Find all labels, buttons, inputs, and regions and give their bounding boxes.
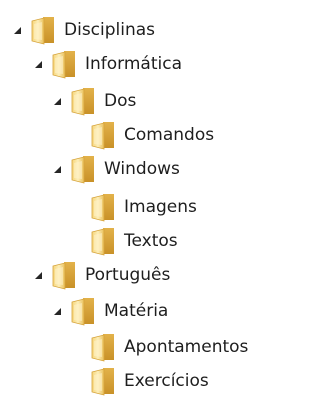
- folder-icon: [50, 49, 78, 79]
- tree-node-label: Windows: [104, 159, 180, 179]
- tree-node-comandos[interactable]: Comandos: [89, 118, 214, 152]
- tree-node-label: Matéria: [104, 301, 169, 321]
- tree-node-label: Dos: [104, 91, 137, 111]
- tree-node-materia[interactable]: Matéria: [50, 294, 168, 328]
- tree-node-exercicios[interactable]: Exercícios: [89, 364, 209, 398]
- tree-node-label: Português: [85, 265, 171, 285]
- tree-node-portugues[interactable]: Português: [31, 258, 170, 292]
- folder-icon: [89, 120, 117, 150]
- folder-icon: [89, 366, 117, 396]
- tree-node-windows[interactable]: Windows: [50, 152, 180, 186]
- folder-tree: Disciplinas Informática Dos Comandos Win…: [0, 0, 283, 394]
- expanded-triangle-icon[interactable]: [31, 47, 45, 81]
- expanded-triangle-icon[interactable]: [10, 13, 24, 47]
- folder-icon: [89, 226, 117, 256]
- folder-icon: [89, 332, 117, 362]
- tree-node-label: Apontamentos: [124, 337, 249, 357]
- tree-node-imagens[interactable]: Imagens: [89, 190, 197, 224]
- tree-node-label: Comandos: [124, 125, 215, 145]
- tree-node-disciplinas[interactable]: Disciplinas: [10, 13, 155, 47]
- folder-icon: [69, 154, 97, 184]
- tree-node-label: Imagens: [124, 197, 197, 217]
- tree-node-apontamentos[interactable]: Apontamentos: [89, 330, 248, 364]
- tree-node-informatica[interactable]: Informática: [31, 47, 182, 81]
- expanded-triangle-icon[interactable]: [31, 258, 45, 292]
- tree-node-label: Disciplinas: [64, 20, 156, 40]
- expanded-triangle-icon[interactable]: [50, 294, 64, 328]
- expanded-triangle-icon[interactable]: [50, 152, 64, 186]
- expanded-triangle-icon[interactable]: [50, 84, 64, 118]
- folder-icon: [69, 86, 97, 116]
- tree-node-label: Textos: [124, 231, 178, 251]
- folder-icon: [50, 260, 78, 290]
- tree-node-label: Exercícios: [124, 371, 209, 391]
- tree-node-dos[interactable]: Dos: [50, 84, 136, 118]
- folder-icon: [89, 192, 117, 222]
- folder-icon: [69, 296, 97, 326]
- folder-icon: [29, 15, 57, 45]
- tree-node-label: Informática: [85, 54, 182, 74]
- tree-node-textos[interactable]: Textos: [89, 224, 178, 258]
